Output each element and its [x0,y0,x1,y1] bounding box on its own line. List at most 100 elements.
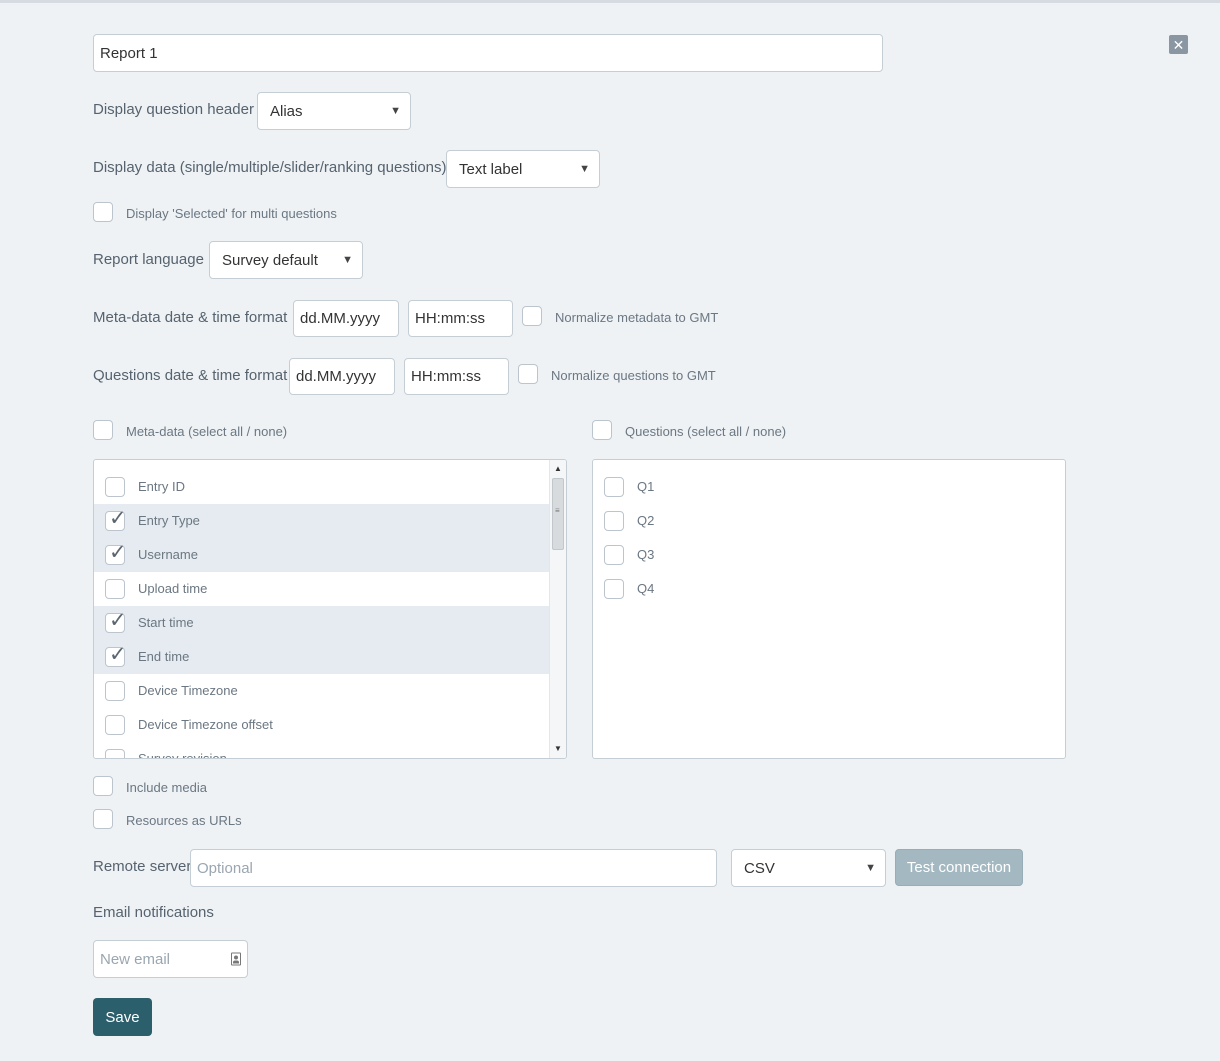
close-icon[interactable]: ✕ [1169,35,1188,54]
metadata-item-label: Upload time [138,581,208,596]
metadata-item-label: Username [138,547,198,562]
scroll-down-arrow-icon[interactable]: ▼ [550,742,566,756]
metadata-item-checkbox[interactable] [105,477,125,497]
report-language-select[interactable]: Survey default ▼ [209,241,363,279]
list-item[interactable]: ✓ Start time [94,606,549,640]
resources-as-urls-label: Resources as URLs [126,813,242,828]
remote-format-select[interactable]: CSV ▼ [731,849,886,887]
question-item-label: Q3 [637,547,655,562]
checkmark-icon: ✓ [109,507,127,530]
grip-icon: ≡ [555,506,560,515]
metadata-item-label: Start time [138,615,194,630]
report-language-label: Report language [93,251,204,268]
remote-server-label: Remote server [93,858,192,875]
report-name-value: Report 1 [100,44,158,62]
display-selected-label: Display 'Selected' for multi questions [126,206,337,221]
normalize-metadata-checkbox[interactable] [522,306,542,326]
display-data-select[interactable]: Text label ▼ [446,150,600,188]
resources-as-urls-checkbox[interactable] [93,809,113,829]
chevron-down-icon: ▼ [390,105,401,117]
list-item[interactable]: Survey revision [94,742,549,759]
list-item[interactable]: Q4 [593,572,1065,606]
display-question-header-select[interactable]: Alias ▼ [257,92,411,130]
metadata-item-checkbox[interactable] [105,681,125,701]
metadata-item-label: End time [138,649,190,664]
questions-time-format-value: HH:mm:ss [411,368,481,385]
normalize-questions-checkbox[interactable] [518,364,538,384]
save-button[interactable]: Save [93,998,152,1036]
list-item[interactable]: ✓ Entry Type [94,504,549,538]
report-language-value: Survey default [222,251,318,269]
test-connection-button[interactable]: Test connection [895,849,1023,886]
metadata-item-label: Entry ID [138,479,185,494]
question-item-checkbox[interactable] [604,477,624,497]
top-divider [0,0,1220,3]
metadata-item-label: Survey revision [138,751,227,759]
questions-select-all-checkbox[interactable] [592,420,612,440]
scroll-thumb[interactable]: ≡ [552,478,564,550]
metadata-item-checkbox[interactable] [105,715,125,735]
display-data-label: Display data (single/multiple/slider/ran… [93,159,447,176]
metadata-item-checkbox[interactable]: ✓ [105,609,127,633]
metadata-item-label: Entry Type [138,513,200,528]
metadata-date-format-input[interactable]: dd.MM.yyyy [293,300,399,337]
question-item-checkbox[interactable] [604,511,624,531]
metadata-time-format-input[interactable]: HH:mm:ss [408,300,513,337]
checkmark-icon: ✓ [109,643,127,666]
questions-date-format-input[interactable]: dd.MM.yyyy [289,358,395,395]
list-item[interactable]: Q3 [593,538,1065,572]
metadata-item-checkbox[interactable]: ✓ [105,643,127,667]
metadata-item-checkbox[interactable]: ✓ [105,541,127,565]
remote-format-value: CSV [744,859,775,877]
questions-date-format-value: dd.MM.yyyy [296,368,377,385]
new-email-input[interactable]: New email [93,940,248,978]
questions-datetime-label: Questions date & time format [93,367,288,384]
metadata-list-scrollbar[interactable]: ▲ ≡ ▼ [549,460,566,758]
list-item[interactable]: Q1 [593,470,1065,504]
metadata-list[interactable]: Entry ID ✓ Entry Type ✓ Username Upload … [93,459,567,759]
scroll-up-arrow-icon[interactable]: ▲ [550,462,566,476]
normalize-metadata-label: Normalize metadata to GMT [555,310,719,325]
display-selected-checkbox[interactable] [93,202,113,222]
questions-time-format-input[interactable]: HH:mm:ss [404,358,509,395]
list-item[interactable]: ✓ Username [94,538,549,572]
question-item-checkbox[interactable] [604,545,624,565]
contact-card-icon[interactable] [231,952,241,966]
metadata-select-all-label: Meta-data (select all / none) [126,424,288,439]
questions-list[interactable]: Q1 Q2 Q3 Q4 [592,459,1066,759]
metadata-date-format-value: dd.MM.yyyy [300,310,381,327]
new-email-placeholder: New email [100,950,171,968]
metadata-item-checkbox[interactable] [105,579,125,599]
checkmark-icon: ✓ [109,541,127,564]
list-item[interactable]: Device Timezone offset [94,708,549,742]
metadata-item-checkbox[interactable]: ✓ [105,507,127,531]
report-name-input[interactable]: Report 1 [93,34,883,72]
list-item[interactable]: ✓ End time [94,640,549,674]
metadata-item-label: Device Timezone [138,683,238,698]
question-item-checkbox[interactable] [604,579,624,599]
include-media-checkbox[interactable] [93,776,113,796]
normalize-questions-label: Normalize questions to GMT [551,368,716,383]
display-data-value: Text label [459,160,523,178]
list-item[interactable]: Device Timezone [94,674,549,708]
email-notifications-label: Email notifications [93,904,214,921]
question-item-label: Q2 [637,513,655,528]
questions-select-all-label: Questions (select all / none) [625,424,787,439]
metadata-select-all-checkbox[interactable] [93,420,113,440]
metadata-item-label: Device Timezone offset [138,717,273,732]
chevron-down-icon: ▼ [865,862,876,874]
list-item[interactable]: Entry ID [94,470,549,504]
chevron-down-icon: ▼ [342,254,353,266]
display-question-header-value: Alias [270,102,303,120]
remote-server-input[interactable]: Optional [190,849,717,887]
checkmark-icon: ✓ [109,609,127,632]
display-question-header-label: Display question header [93,101,254,118]
list-item[interactable]: Q2 [593,504,1065,538]
question-item-label: Q4 [637,581,655,596]
metadata-time-format-value: HH:mm:ss [415,310,485,327]
metadata-datetime-label: Meta-data date & time format [93,309,288,326]
chevron-down-icon: ▼ [579,163,590,175]
question-item-label: Q1 [637,479,655,494]
list-item[interactable]: Upload time [94,572,549,606]
metadata-item-checkbox[interactable] [105,749,125,758]
